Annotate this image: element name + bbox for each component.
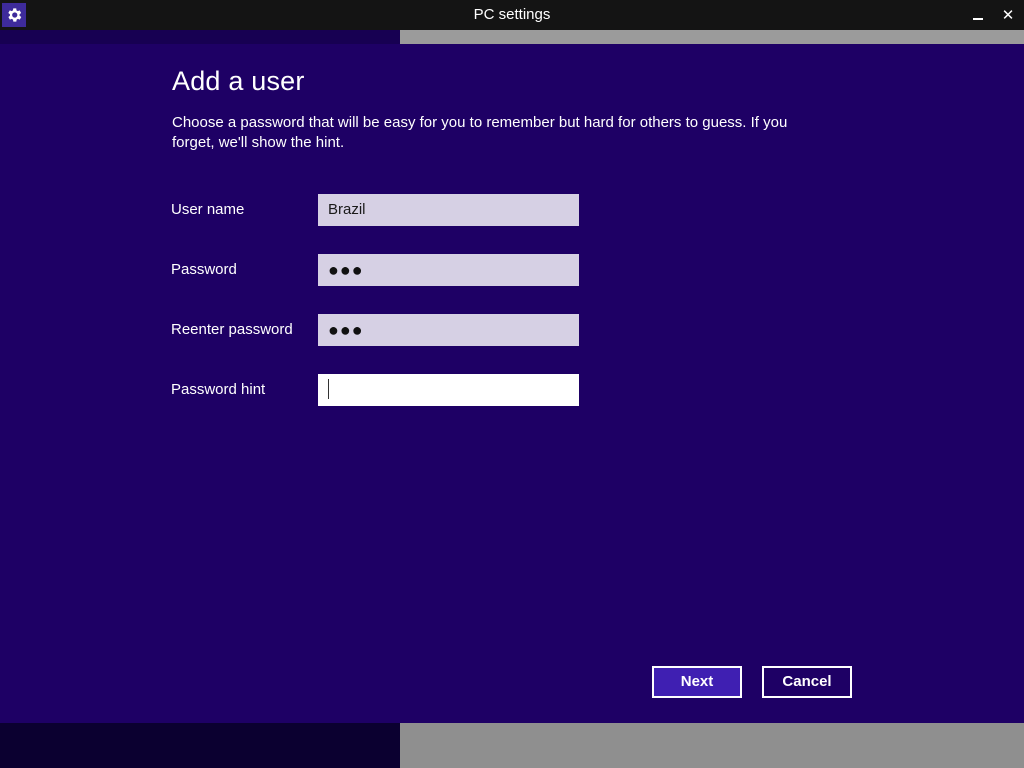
password-label: Password — [171, 261, 237, 278]
password-value: ●●● — [328, 260, 364, 280]
page-description: Choose a password that will be easy for … — [172, 114, 788, 151]
username-value: Brazil — [328, 201, 366, 218]
password-hint-label: Password hint — [171, 381, 266, 398]
reenter-password-field[interactable]: ●●● — [318, 314, 579, 346]
pc-settings-window: PC settings ✕ Add a user Choose a passwo… — [0, 0, 1024, 768]
add-user-panel: Add a user Choose a password that will b… — [0, 44, 1024, 723]
page-title: Add a user — [172, 66, 305, 96]
background-strip — [400, 30, 1024, 44]
close-icon: ✕ — [1001, 7, 1015, 24]
cancel-button[interactable]: Cancel — [762, 666, 852, 698]
window-title: PC settings — [473, 6, 551, 23]
next-button[interactable]: Next — [652, 666, 742, 698]
minimize-icon — [973, 18, 983, 20]
password-field[interactable]: ●●● — [318, 254, 579, 286]
close-button[interactable]: ✕ — [993, 0, 1023, 30]
background-strip — [0, 723, 400, 768]
background-strip — [0, 30, 400, 44]
username-label: User name — [171, 201, 245, 218]
text-caret — [328, 379, 329, 400]
minimize-button[interactable] — [963, 0, 993, 30]
reenter-password-value: ●●● — [328, 320, 364, 340]
password-hint-field[interactable] — [318, 374, 579, 406]
title-bar: PC settings ✕ — [0, 0, 1024, 30]
username-field[interactable]: Brazil — [318, 194, 579, 226]
reenter-password-label: Reenter password — [171, 321, 293, 338]
background-strip — [400, 723, 1024, 768]
